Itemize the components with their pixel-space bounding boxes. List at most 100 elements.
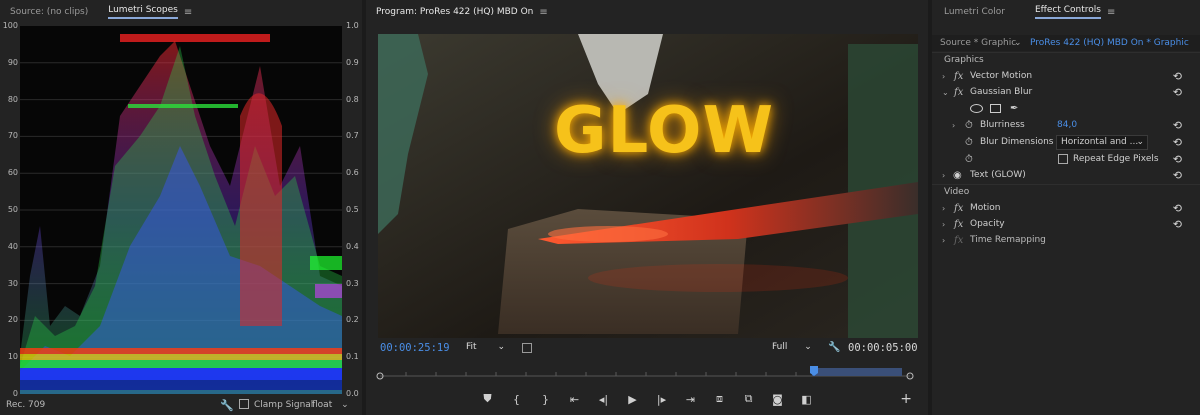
chevron-right-icon[interactable]: ›: [942, 171, 945, 180]
monitor-control-row: 00:00:25:19 Fit ⌄ Full ⌄ 🔧 00:00:05:00: [366, 340, 928, 358]
axis-tick-label: 0.3: [346, 278, 359, 288]
tab-source-label: Source: (no clips): [10, 7, 89, 17]
zoom-value: Fit: [466, 342, 477, 352]
safe-margins-icon[interactable]: [522, 343, 532, 353]
reset-icon[interactable]: ⟲: [1173, 202, 1182, 215]
resolution-dropdown[interactable]: Full ⌄: [772, 342, 812, 352]
blurriness-value[interactable]: 84,0: [1057, 120, 1077, 130]
ruler-graphic: [376, 366, 914, 380]
add-marker-icon[interactable]: ⛊: [480, 391, 496, 407]
export-frame-icon[interactable]: ◙: [770, 391, 786, 407]
chevron-right-icon[interactable]: ›: [942, 220, 945, 229]
clamp-signal-checkbox[interactable]: [239, 399, 249, 409]
axis-tick-label: 0.6: [346, 168, 359, 178]
color-standard-label: Rec. 709: [6, 400, 46, 410]
effect-row-gaussian-blur[interactable]: ⌄ fx Gaussian Blur ⟲: [932, 84, 1200, 100]
axis-tick-label: 30: [7, 278, 18, 288]
axis-tick-label: 0.7: [346, 131, 359, 141]
reset-icon[interactable]: ⟲: [1173, 70, 1182, 83]
reset-icon[interactable]: ⟲: [1173, 86, 1182, 99]
go-to-out-icon[interactable]: ⇥: [683, 391, 699, 407]
program-monitor-panel: Program: ProRes 422 (HQ) MBD On ≡ GLOW 0…: [366, 0, 928, 415]
stopwatch-icon[interactable]: ⏱: [965, 154, 973, 165]
zoom-dropdown[interactable]: Fit ⌄: [466, 342, 505, 352]
axis-tick-label: 10: [7, 352, 18, 362]
reset-icon[interactable]: ⟲: [1173, 119, 1182, 132]
lift-icon[interactable]: ⧈: [712, 391, 728, 407]
chevron-right-icon[interactable]: ›: [942, 72, 945, 81]
lumetri-scopes-panel: Source: (no clips) Lumetri Scopes ≡ 100 9…: [0, 0, 362, 415]
chevron-down-icon[interactable]: ⌄: [942, 88, 949, 97]
time-remapping-label: Time Remapping: [970, 235, 1046, 245]
axis-tick-label: 0.9: [346, 57, 359, 67]
panel-menu-icon[interactable]: ≡: [184, 7, 192, 18]
reset-icon[interactable]: ⟲: [1173, 218, 1182, 231]
effect-row-opacity[interactable]: › fx Opacity ⟲: [932, 216, 1200, 232]
chevron-down-icon: ⌄: [341, 400, 349, 410]
section-video: Video: [932, 184, 1200, 200]
go-to-in-icon[interactable]: ⇤: [567, 391, 583, 407]
axis-tick-label: 50: [7, 205, 18, 214]
button-editor-icon[interactable]: +: [900, 391, 912, 407]
param-row-blurriness: › ⏱ Blurriness 84,0 ⟲: [932, 117, 1200, 133]
axis-tick-label: 90: [7, 57, 18, 67]
step-forward-icon[interactable]: |▸: [654, 391, 670, 407]
fx-icon: fx: [954, 234, 964, 246]
tab-lumetri-scopes[interactable]: Lumetri Scopes ≡: [98, 0, 202, 24]
wrench-icon[interactable]: 🔧: [828, 342, 840, 353]
mark-out-icon[interactable]: }: [538, 391, 554, 407]
comparison-view-icon[interactable]: ◧: [799, 391, 815, 407]
repeat-edge-checkbox[interactable]: [1058, 154, 1068, 164]
tab-program[interactable]: Program: ProRes 422 (HQ) MBD On ≡: [366, 0, 558, 24]
tab-lumetri-color[interactable]: Lumetri Color: [932, 0, 1015, 24]
clamp-signal-label: Clamp Signal: [254, 400, 314, 410]
effect-row-time-remapping[interactable]: › fx Time Remapping: [932, 232, 1200, 248]
pen-mask-icon[interactable]: ✒: [1010, 103, 1018, 114]
chevron-right-icon[interactable]: ›: [942, 204, 945, 213]
axis-tick-label: 0.8: [346, 94, 359, 104]
reset-icon[interactable]: ⟲: [1173, 153, 1182, 166]
axis-tick-label: 0.4: [346, 241, 359, 251]
mark-in-icon[interactable]: {: [509, 391, 525, 407]
panel-menu-icon[interactable]: ≡: [539, 7, 547, 18]
wrench-icon[interactable]: 🔧: [220, 399, 234, 412]
current-timecode[interactable]: 00:00:25:19: [380, 342, 450, 354]
stopwatch-icon[interactable]: ⏱: [965, 137, 973, 148]
opacity-label: Opacity: [970, 219, 1005, 229]
fx-icon[interactable]: fx: [954, 71, 963, 82]
effect-row-motion[interactable]: › fx Motion ⟲: [932, 200, 1200, 216]
step-back-icon[interactable]: ◂|: [596, 391, 612, 407]
fx-icon[interactable]: fx: [954, 219, 963, 230]
extract-icon[interactable]: ⧉: [741, 391, 757, 407]
chevron-down-icon[interactable]: ⌄: [1014, 38, 1022, 48]
effect-row-text-glow[interactable]: › ◉ Text (GLOW) ⟲: [932, 167, 1200, 183]
blur-dimensions-dropdown[interactable]: Horizontal and ... ⌄: [1056, 134, 1148, 150]
chevron-right-icon[interactable]: ›: [942, 236, 945, 245]
motion-label: Motion: [970, 203, 1001, 213]
effect-controls-panel: Lumetri Color Effect Controls ≡ Source *…: [932, 0, 1200, 415]
play-icon[interactable]: ▶: [625, 391, 641, 407]
timeline-ruler[interactable]: [376, 364, 914, 384]
chevron-right-icon[interactable]: ›: [952, 121, 955, 130]
glow-overlay-text: GLOW: [554, 94, 775, 168]
precision-dropdown[interactable]: float ⌄: [312, 400, 349, 410]
center-tabbar: Program: ProRes 422 (HQ) MBD On ≡: [366, 0, 928, 24]
reset-icon[interactable]: ⟲: [1173, 169, 1182, 182]
resolution-value: Full: [772, 342, 788, 352]
tab-effect-controls[interactable]: Effect Controls ≡: [1015, 0, 1125, 24]
stopwatch-icon[interactable]: ⏱: [965, 120, 973, 131]
section-graphics-label: Graphics: [944, 55, 984, 65]
axis-tick-label: 0.5: [346, 205, 359, 214]
fx-icon[interactable]: fx: [954, 87, 963, 98]
ellipse-mask-icon[interactable]: [970, 103, 983, 113]
fx-icon[interactable]: fx: [954, 203, 963, 214]
rectangle-mask-icon[interactable]: [990, 103, 1001, 113]
sequence-clip-link[interactable]: ProRes 422 (HQ) MBD On * Graphic: [1030, 38, 1189, 48]
panel-menu-icon[interactable]: ≡: [1107, 7, 1115, 18]
blurriness-label: Blurriness: [980, 120, 1025, 130]
reset-icon[interactable]: ⟲: [1173, 136, 1182, 149]
program-video-frame[interactable]: GLOW: [378, 34, 918, 338]
eye-icon[interactable]: ◉: [953, 170, 962, 181]
axis-tick-label: 0.1: [346, 352, 359, 362]
effect-row-vector-motion[interactable]: › fx Vector Motion ⟲: [932, 68, 1200, 84]
